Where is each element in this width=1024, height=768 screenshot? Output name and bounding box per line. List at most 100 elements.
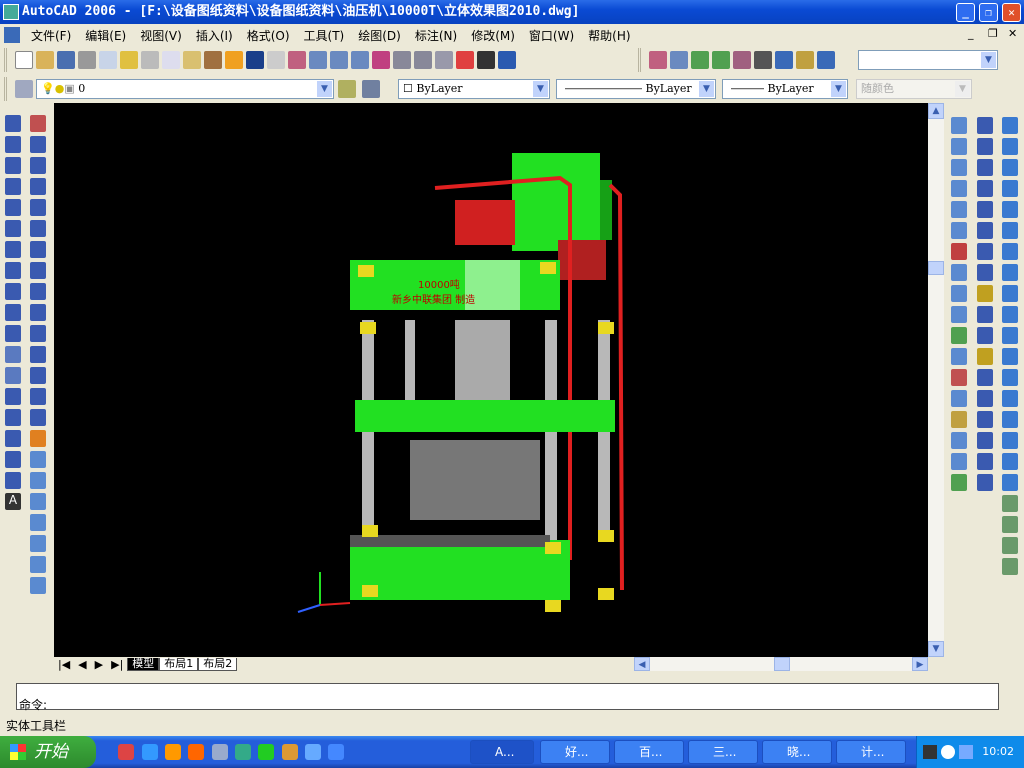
background-icon[interactable] xyxy=(796,51,814,69)
quicklaunch-desktop-icon[interactable] xyxy=(305,744,321,760)
chevron-down-icon[interactable]: ▼ xyxy=(831,81,846,97)
insert-block-icon[interactable] xyxy=(5,346,21,363)
arc-icon[interactable] xyxy=(5,220,21,237)
gradient-icon[interactable] xyxy=(5,430,21,447)
break-icon[interactable] xyxy=(30,346,46,363)
quicklaunch-tree-icon[interactable] xyxy=(258,744,274,760)
match-properties-icon[interactable] xyxy=(204,51,222,69)
point-icon[interactable] xyxy=(5,388,21,405)
offset-faces-icon[interactable] xyxy=(951,222,967,239)
view-left-icon[interactable] xyxy=(30,493,46,510)
task-autocad[interactable]: A... xyxy=(470,740,534,764)
new-icon[interactable] xyxy=(15,51,33,69)
scroll-down-button[interactable]: ▼ xyxy=(928,641,944,657)
union-icon[interactable] xyxy=(951,117,967,134)
layer-manager-icon[interactable] xyxy=(15,80,33,98)
zoom-all-icon[interactable] xyxy=(1002,537,1018,554)
view-top-icon[interactable] xyxy=(30,451,46,468)
zoom-in-icon[interactable] xyxy=(1002,495,1018,512)
paste-icon[interactable] xyxy=(183,51,201,69)
menu-format[interactable]: 格式(O) xyxy=(240,27,297,44)
quicklaunch-video-icon[interactable] xyxy=(188,744,204,760)
save-icon[interactable] xyxy=(57,51,75,69)
spline-icon[interactable] xyxy=(5,283,21,300)
circle-icon[interactable] xyxy=(5,241,21,258)
open-icon[interactable] xyxy=(36,51,54,69)
color-combo[interactable]: ☐ ByLayer ▼ xyxy=(398,79,550,99)
setup-drawing-icon[interactable] xyxy=(1002,348,1018,365)
solid-view-icon[interactable] xyxy=(1002,432,1018,449)
quicklaunch-file-icon[interactable] xyxy=(212,744,228,760)
last-tab-button[interactable]: ▶| xyxy=(107,658,127,671)
diameter-icon[interactable] xyxy=(977,243,993,260)
chevron-down-icon[interactable]: ▼ xyxy=(533,81,548,97)
delete-faces-icon[interactable] xyxy=(951,243,967,260)
jogged-icon[interactable] xyxy=(977,222,993,239)
revision-cloud-icon[interactable] xyxy=(5,262,21,279)
mirror-icon[interactable] xyxy=(30,157,46,174)
design-center-icon[interactable] xyxy=(393,51,411,69)
block-editor-icon[interactable] xyxy=(225,51,243,69)
construction-line-icon[interactable] xyxy=(5,136,21,153)
extrude-icon[interactable] xyxy=(1002,243,1018,260)
array-icon[interactable] xyxy=(30,199,46,216)
check-icon[interactable] xyxy=(951,474,967,491)
ordinate-icon[interactable] xyxy=(977,180,993,197)
prev-tab-button[interactable]: ◀ xyxy=(74,658,90,671)
subtract-icon[interactable] xyxy=(951,138,967,155)
doc-close-button[interactable]: ✕ xyxy=(1008,27,1017,40)
shell-icon[interactable] xyxy=(951,453,967,470)
clean-icon[interactable] xyxy=(951,411,967,428)
radius-icon[interactable] xyxy=(977,201,993,218)
undo-icon[interactable] xyxy=(246,51,264,69)
wedge-icon[interactable] xyxy=(1002,201,1018,218)
erase-icon[interactable] xyxy=(30,115,46,132)
help-icon[interactable] xyxy=(498,51,516,69)
torus-icon[interactable] xyxy=(1002,222,1018,239)
tolerance-icon[interactable] xyxy=(977,369,993,386)
taper-faces-icon[interactable] xyxy=(951,285,967,302)
solid-edit-icon[interactable] xyxy=(1002,411,1018,428)
restore-button[interactable]: ❐ xyxy=(979,3,998,22)
zoom-realtime-icon[interactable] xyxy=(309,51,327,69)
print-icon[interactable] xyxy=(78,51,96,69)
start-button[interactable]: 开始 xyxy=(0,736,96,768)
make-layer-current-icon[interactable] xyxy=(338,80,356,98)
quicklaunch-network-icon[interactable] xyxy=(235,744,251,760)
task-ie-1[interactable]: 好... xyxy=(540,740,610,764)
extrude-faces-icon[interactable] xyxy=(951,180,967,197)
scroll-right-button[interactable]: ▶ xyxy=(912,657,928,671)
move-faces-icon[interactable] xyxy=(951,201,967,218)
aligned-dimension-icon[interactable] xyxy=(977,138,993,155)
chevron-down-icon[interactable]: ▼ xyxy=(699,81,714,97)
menu-dimension[interactable]: 标注(N) xyxy=(408,27,464,44)
tray-expand-icon[interactable] xyxy=(941,745,955,759)
menu-draw[interactable]: 绘图(D) xyxy=(351,27,408,44)
move-icon[interactable] xyxy=(30,220,46,237)
chamfer-icon[interactable] xyxy=(30,388,46,405)
command-line[interactable]: 命令: xyxy=(16,683,999,712)
copy-icon[interactable] xyxy=(162,51,180,69)
named-view-combo[interactable]: ▼ xyxy=(858,50,998,70)
arc-length-icon[interactable] xyxy=(977,159,993,176)
scroll-up-button[interactable]: ▲ xyxy=(928,103,944,119)
menu-edit[interactable]: 编辑(E) xyxy=(78,27,133,44)
tab-model[interactable]: 模型 xyxy=(127,657,160,671)
quicklaunch-player-icon[interactable] xyxy=(142,744,158,760)
ellipse-arc-icon[interactable] xyxy=(5,325,21,342)
angular-icon[interactable] xyxy=(977,264,993,281)
separate-icon[interactable] xyxy=(951,432,967,449)
hatch-icon[interactable] xyxy=(5,409,21,426)
zoom-icon[interactable] xyxy=(670,51,688,69)
document-icon[interactable] xyxy=(4,27,20,43)
menu-file[interactable]: 文件(F) xyxy=(24,27,78,44)
task-ie-2[interactable]: 百... xyxy=(614,740,684,764)
dimension-edit-icon[interactable] xyxy=(977,411,993,428)
zoom-out-icon[interactable] xyxy=(1002,516,1018,533)
linetype-combo[interactable]: ――――――― ByLayer ▼ xyxy=(556,79,716,99)
tab-layout2[interactable]: 布局2 xyxy=(198,657,238,671)
properties-icon[interactable] xyxy=(372,51,390,69)
task-ie-4[interactable]: 晓... xyxy=(762,740,832,764)
first-tab-button[interactable]: |◀ xyxy=(54,658,74,671)
make-block-icon[interactable] xyxy=(5,367,21,384)
